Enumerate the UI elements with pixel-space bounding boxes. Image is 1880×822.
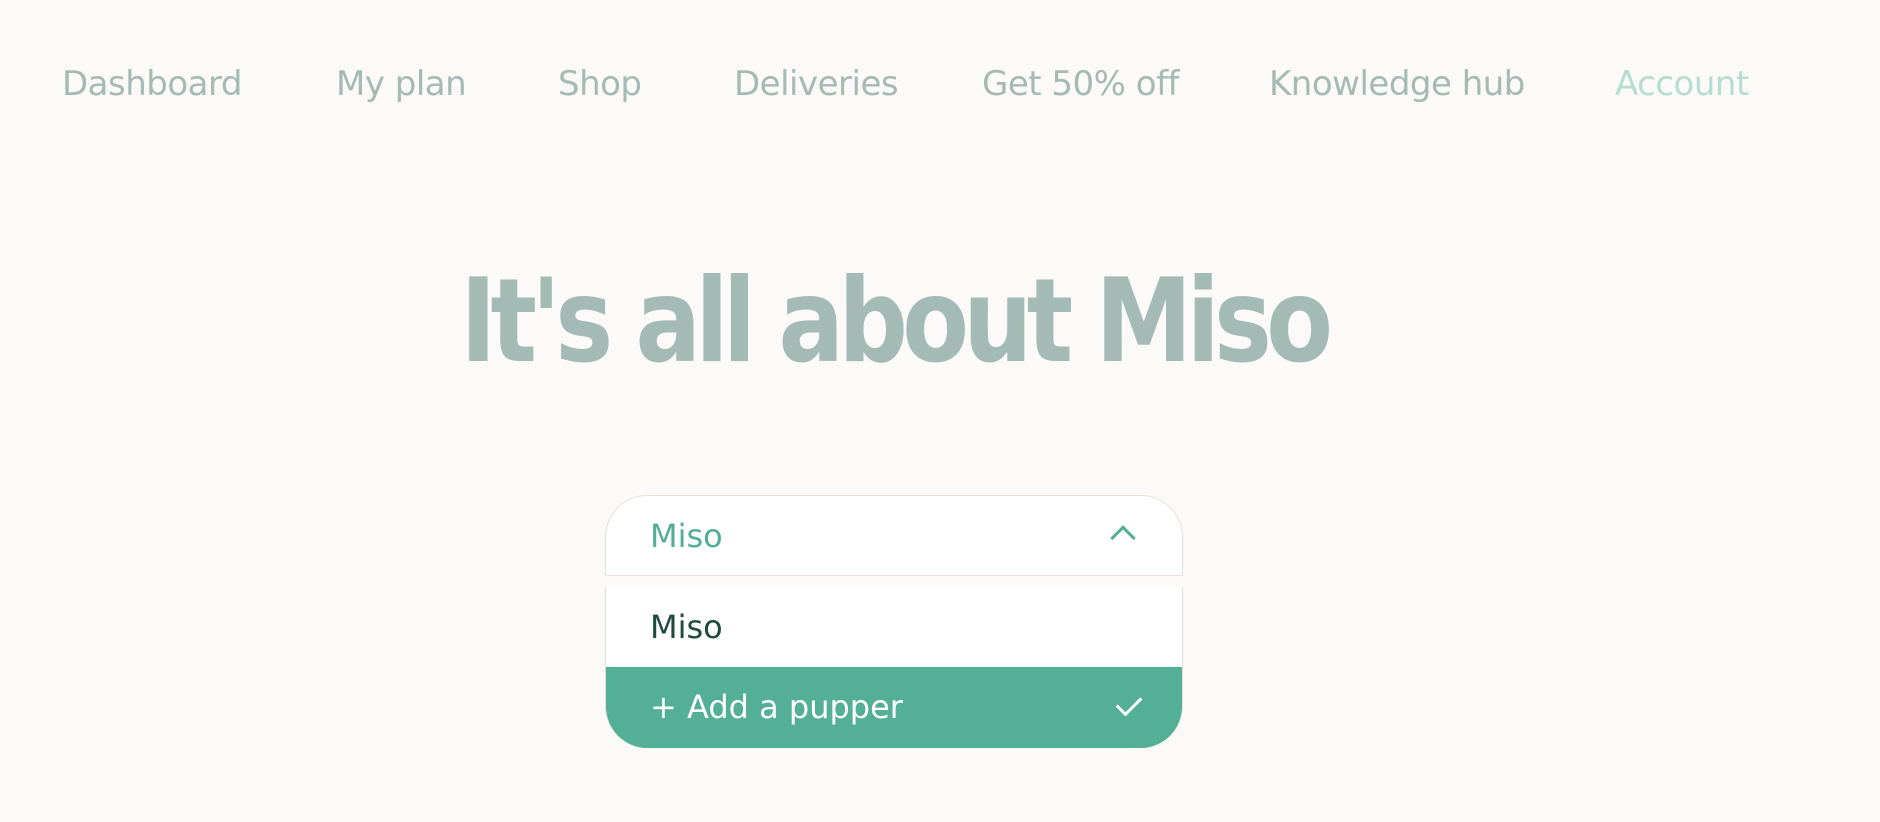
- page-title: It's all about Miso: [460, 254, 1333, 389]
- option-label: + Add a pupper: [650, 688, 903, 726]
- chevron-up-icon: [1110, 525, 1136, 551]
- check-icon: [1115, 689, 1143, 717]
- nav-my-plan[interactable]: My plan: [336, 62, 467, 106]
- nav-knowledge-hub[interactable]: Knowledge hub: [1269, 62, 1525, 106]
- nav-account[interactable]: Account: [1615, 62, 1749, 106]
- nav-shop[interactable]: Shop: [558, 62, 642, 106]
- nav-dashboard[interactable]: Dashboard: [62, 62, 242, 106]
- option-miso[interactable]: Miso: [606, 587, 1182, 667]
- option-add-pupper[interactable]: + Add a pupper: [606, 667, 1182, 748]
- pet-select-dropdown: Miso Miso + Add a pupper: [605, 495, 1183, 748]
- nav-get-50-off[interactable]: Get 50% off: [982, 62, 1180, 106]
- option-label: Miso: [650, 608, 723, 646]
- pet-select-toggle[interactable]: Miso: [605, 495, 1183, 576]
- main-nav: Dashboard My plan Shop Deliveries Get 50…: [0, 62, 1880, 106]
- pet-select-value: Miso: [650, 517, 723, 555]
- pet-select-options: Miso + Add a pupper: [605, 587, 1183, 748]
- nav-deliveries[interactable]: Deliveries: [734, 62, 899, 106]
